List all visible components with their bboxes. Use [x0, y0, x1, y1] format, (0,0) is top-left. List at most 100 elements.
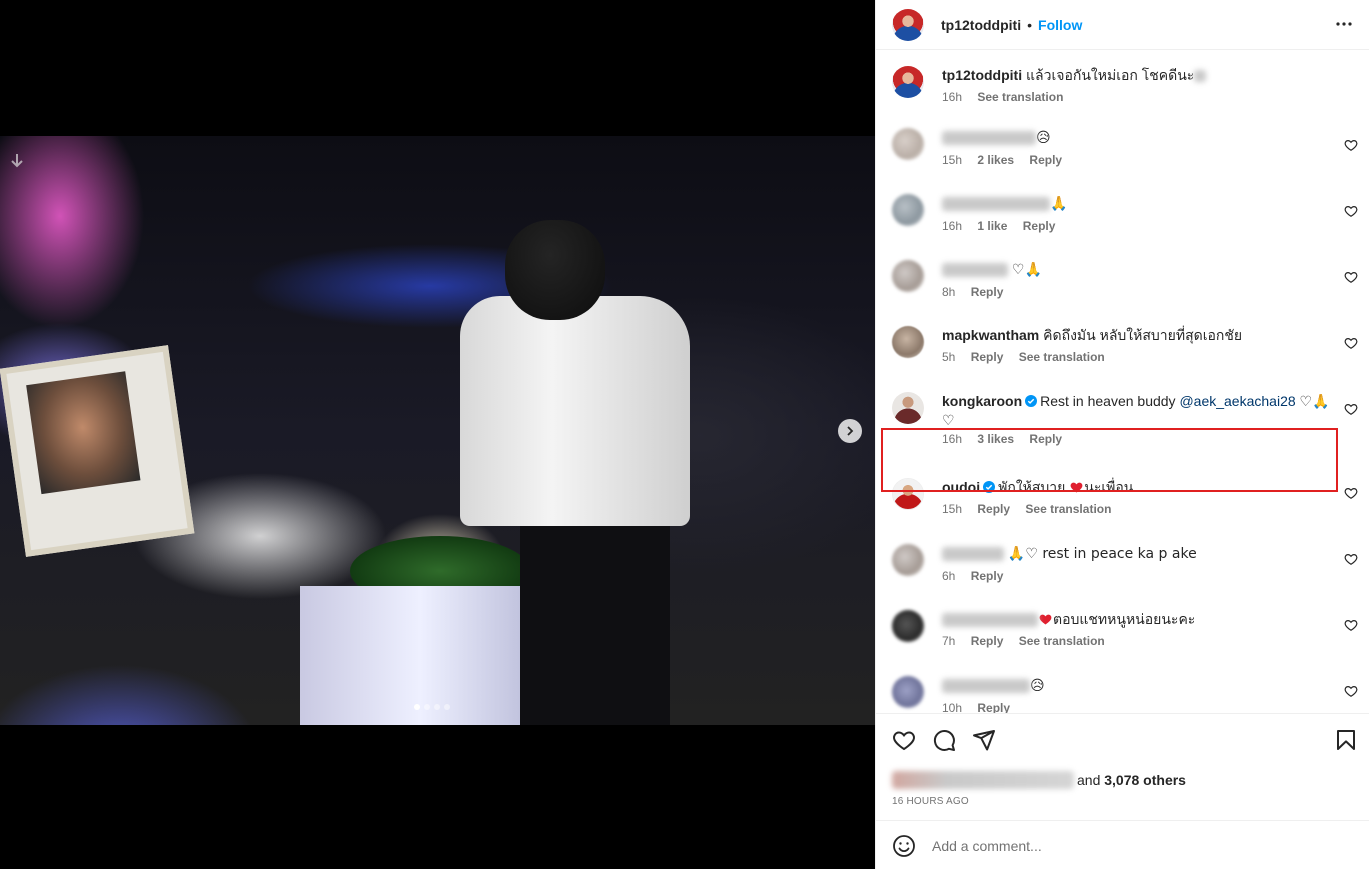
- comment-username[interactable]: oudoi: [942, 479, 980, 495]
- blurred-username[interactable]: [942, 679, 1030, 694]
- reply-button[interactable]: Reply: [971, 285, 1004, 299]
- red-heart-icon: [1039, 614, 1052, 625]
- avatar[interactable]: [892, 478, 924, 510]
- comment-username[interactable]: kongkaroon: [942, 393, 1022, 409]
- carousel-dot: [424, 704, 430, 710]
- heart-icon[interactable]: [892, 728, 916, 752]
- caption-text: แล้วเจอกันใหม่เอก โชคดีนะ: [1026, 67, 1195, 83]
- heart-icon[interactable]: [1344, 618, 1358, 632]
- comment-item: kongkaroon Rest in heaven buddy @aek_aeka…: [892, 392, 1369, 446]
- blurred-username[interactable]: [942, 263, 1008, 278]
- avatar[interactable]: [892, 128, 924, 160]
- likes-prefix: and: [1077, 772, 1101, 788]
- blurred-username[interactable]: [942, 613, 1038, 628]
- reply-button[interactable]: Reply: [977, 502, 1010, 516]
- heart-icon[interactable]: [1344, 402, 1358, 416]
- comment-time[interactable]: 16h: [942, 432, 962, 446]
- comment-emoji: ♡🙏: [1299, 394, 1330, 410]
- comment-time[interactable]: 15h: [942, 502, 962, 516]
- reply-button[interactable]: Reply: [971, 350, 1004, 364]
- post-photo[interactable]: [0, 136, 875, 725]
- comment-text: พักให้สบาย: [998, 479, 1066, 495]
- avatar[interactable]: [892, 260, 924, 292]
- reply-button[interactable]: Reply: [971, 569, 1004, 583]
- comment-time[interactable]: 16h: [942, 219, 962, 233]
- comment-likes[interactable]: 1 like: [977, 219, 1007, 233]
- post-media: [0, 0, 875, 869]
- mention-link[interactable]: @aek_aekachai28: [1179, 393, 1295, 409]
- blurred-username[interactable]: [942, 131, 1036, 146]
- blurred-username[interactable]: [942, 197, 1050, 212]
- liked-by-avatars[interactable]: [892, 771, 1074, 789]
- comment-time[interactable]: 8h: [942, 285, 955, 299]
- blurred-username[interactable]: [942, 547, 1004, 562]
- avatar[interactable]: [892, 326, 924, 358]
- caption-username[interactable]: tp12toddpiti: [942, 67, 1022, 83]
- comment-emoji: ♡: [942, 413, 955, 429]
- post-timestamp[interactable]: 16 HOURS AGO: [892, 796, 969, 807]
- comment-time[interactable]: 7h: [942, 634, 955, 648]
- comment-input[interactable]: [932, 837, 1312, 854]
- comment-username[interactable]: mapkwantham: [942, 327, 1039, 343]
- carousel-dot: [414, 704, 420, 710]
- comment-time[interactable]: 15h: [942, 153, 962, 167]
- comment-time[interactable]: 5h: [942, 350, 955, 364]
- avatar[interactable]: [892, 676, 924, 708]
- heart-icon[interactable]: [1344, 336, 1358, 350]
- comment-text: ตอบแชทหนูหน่อยนะคะ: [1053, 611, 1196, 627]
- post-header: tp12toddpiti • Follow: [876, 0, 1369, 50]
- avatar[interactable]: [892, 194, 924, 226]
- see-translation-link[interactable]: See translation: [1019, 634, 1105, 648]
- comment-item: 😥 15h 2 likes Reply: [892, 128, 1369, 167]
- chevron-right-icon: [847, 426, 854, 436]
- heart-icon[interactable]: [1344, 552, 1358, 566]
- heart-icon[interactable]: [1344, 270, 1358, 284]
- comment-icon[interactable]: [932, 728, 956, 752]
- verified-icon: [1025, 395, 1038, 407]
- comment-likes[interactable]: 3 likes: [977, 432, 1014, 446]
- share-icon[interactable]: [972, 728, 996, 752]
- reply-button[interactable]: Reply: [977, 701, 1010, 713]
- comment-text: นะเพื่อน: [1084, 479, 1134, 495]
- heart-icon[interactable]: [1344, 204, 1358, 218]
- emoji-icon[interactable]: [892, 834, 916, 858]
- reply-button[interactable]: Reply: [1023, 219, 1056, 233]
- header-username[interactable]: tp12toddpiti: [941, 17, 1021, 33]
- more-icon: [1336, 22, 1352, 26]
- comment-item: 🙏 16h 1 like Reply: [892, 194, 1369, 233]
- carousel-next-button[interactable]: [838, 419, 862, 443]
- comment-likes[interactable]: 2 likes: [977, 153, 1014, 167]
- heart-icon[interactable]: [1344, 138, 1358, 152]
- reply-button[interactable]: Reply: [1029, 432, 1062, 446]
- avatar[interactable]: [892, 392, 924, 424]
- comment-text: 😥: [1030, 678, 1045, 694]
- reply-button[interactable]: Reply: [1029, 153, 1062, 167]
- follow-button[interactable]: Follow: [1038, 17, 1082, 33]
- likes-summary[interactable]: and 3,078 others: [892, 771, 1186, 789]
- carousel-indicator: [414, 704, 450, 710]
- see-translation-link[interactable]: See translation: [1019, 350, 1105, 364]
- memorial-portrait: [0, 345, 195, 557]
- see-translation-link[interactable]: See translation: [1025, 502, 1111, 516]
- comment-time[interactable]: 6h: [942, 569, 955, 583]
- reply-button[interactable]: Reply: [971, 634, 1004, 648]
- comment-text: 🙏♡ rest in peace ka p ake: [1007, 546, 1197, 562]
- heart-icon[interactable]: [1344, 486, 1358, 500]
- verified-icon: [983, 481, 996, 493]
- heart-icon[interactable]: [1344, 684, 1358, 698]
- comment-time[interactable]: 16h: [942, 90, 962, 104]
- comment-time[interactable]: 10h: [942, 701, 962, 713]
- comments-list[interactable]: tp12toddpiti แล้วเจอกันใหม่เอก โชคดีนะ 1…: [876, 50, 1369, 713]
- likes-count[interactable]: 3,078 others: [1104, 772, 1186, 788]
- see-translation-link[interactable]: See translation: [977, 90, 1063, 104]
- avatar[interactable]: [892, 8, 924, 41]
- bookmark-icon[interactable]: [1334, 728, 1358, 752]
- avatar[interactable]: [892, 66, 924, 98]
- avatar[interactable]: [892, 610, 924, 642]
- avatar[interactable]: [892, 544, 924, 576]
- separator: •: [1027, 16, 1033, 33]
- comment-item: 🙏♡ rest in peace ka p ake 6h Reply: [892, 544, 1369, 583]
- comment-item: 😥 10h Reply: [892, 676, 1369, 713]
- more-options-button[interactable]: [1332, 12, 1356, 36]
- carousel-dot: [434, 704, 440, 710]
